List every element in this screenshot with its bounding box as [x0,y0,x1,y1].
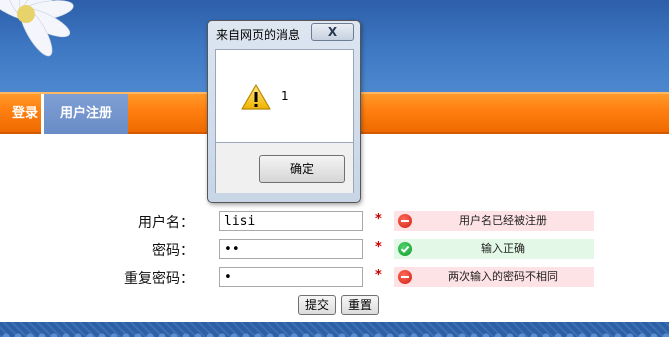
status-text: 输入正确 [481,242,525,255]
required-mark: * [375,268,382,283]
dialog-close-button[interactable]: X [311,23,354,41]
check-icon [398,242,412,256]
dialog-message-text: 1 [281,89,289,103]
warning-icon [241,84,271,110]
confirm-password-label: 重复密码： [124,271,194,287]
daisy-decoration-icon [0,0,74,57]
username-input[interactable] [219,211,363,231]
footer-pattern [0,322,669,337]
status-text: 用户名已经被注册 [459,214,547,227]
username-label: 用户名： [138,215,194,231]
error-icon [398,270,412,284]
required-mark: * [375,212,382,227]
nav-login-tab[interactable]: 登录 [0,94,38,134]
reset-button[interactable]: 重置 [341,295,379,315]
status-text: 两次输入的密码不相同 [448,270,558,283]
password-status-message: 输入正确 [394,239,594,259]
error-icon [398,214,412,228]
form-row-password: 密码： * 输入正确 [0,239,669,261]
confirm-password-status-message: 两次输入的密码不相同 [394,267,594,287]
username-status-message: 用户名已经被注册 [394,211,594,231]
form-row-username: 用户名： * 用户名已经被注册 [0,211,669,233]
form-row-confirm-password: 重复密码： * 两次输入的密码不相同 [0,267,669,289]
nav-register-tab[interactable]: 用户注册 [44,94,128,134]
dialog-ok-button[interactable]: 确定 [259,155,345,183]
password-label: 密码： [152,243,194,259]
alert-dialog: 来自网页的消息 X 1 确定 [207,20,361,203]
required-mark: * [375,240,382,255]
password-input[interactable] [219,239,363,259]
confirm-password-input[interactable] [219,267,363,287]
submit-button[interactable]: 提交 [298,295,336,315]
dialog-title: 来自网页的消息 [216,28,301,42]
